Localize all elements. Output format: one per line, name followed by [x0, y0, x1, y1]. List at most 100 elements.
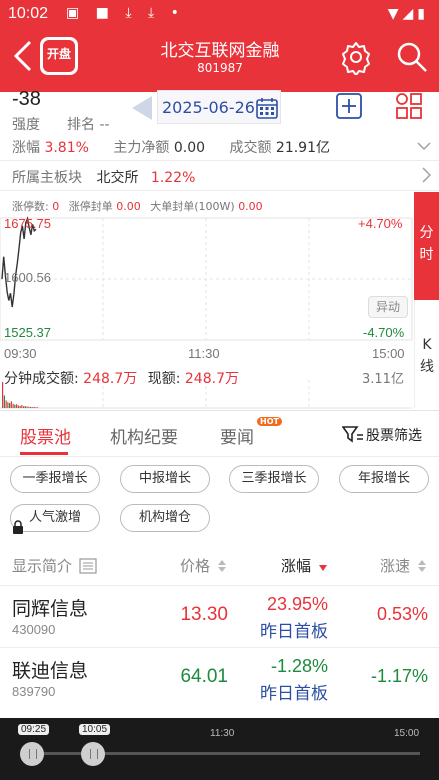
stock-tag: 昨日首板 [260, 684, 328, 704]
header-show-intro[interactable]: 显示简介 [12, 555, 97, 576]
tag-q1-growth[interactable]: 一季报增长 [10, 465, 100, 493]
change-label: 涨幅 [12, 140, 40, 156]
header-speed[interactable]: 涨速 [380, 555, 426, 576]
scrubber-current-label: 10:05 [79, 724, 111, 735]
layout-button[interactable] [395, 92, 423, 120]
tab-kline[interactable]: K线 [414, 300, 439, 408]
volume-bar [37, 407, 39, 408]
filter-label: 股票筛选 [366, 428, 422, 444]
table-row[interactable]: 同辉信息 430090 13.30 23.95% 昨日首板 0.53% [0, 585, 439, 647]
volume-bar [28, 406, 30, 408]
abnormal-button[interactable]: 异动 [368, 296, 408, 318]
system-icons: ▼◢▮ [387, 6, 429, 22]
calendar-icon [256, 98, 278, 119]
notification-icons: ▣ ■ ⤓ ⤓ • [66, 5, 185, 21]
strength-value: -38 [12, 88, 41, 110]
net-value: 0.00 [173, 140, 206, 156]
scrubber-start-handle[interactable] [20, 742, 44, 766]
tab-news[interactable]: 要闻 [220, 423, 254, 448]
sector-name: 北交所 [96, 170, 139, 186]
volume-max-label: 3.11亿 [362, 372, 404, 387]
gear-icon [342, 42, 370, 76]
volume-bar [31, 407, 33, 408]
date-text: 2025-06-26 [162, 98, 255, 117]
stock-speed: 0.53% [376, 604, 428, 624]
sector-code: 801987 [197, 61, 243, 75]
stock-filter-button[interactable]: 股票筛选 [342, 425, 422, 445]
pct-top-label: +4.70% [358, 216, 403, 231]
triangle-left-icon [132, 96, 152, 120]
volume-bar [9, 402, 11, 408]
chevron-right-icon [422, 167, 432, 183]
sector-detail-button[interactable] [420, 166, 432, 184]
header-speed-label: 涨速 [380, 557, 411, 575]
settings-button[interactable] [338, 39, 374, 76]
grid-icon [396, 93, 422, 119]
app-logo[interactable]: 开盘 [40, 37, 78, 75]
volume-bar [10, 401, 12, 408]
stock-name: 同辉信息 [12, 598, 89, 620]
logo-text: 开盘 [43, 40, 75, 72]
search-icon [397, 42, 427, 72]
turnover-label: 成交额 [229, 140, 272, 156]
volume-bar [3, 395, 5, 408]
volume-bar [16, 404, 18, 408]
pct-bottom-label: -4.70% [363, 325, 405, 340]
scrubber-end-label: 15:00 [394, 728, 420, 739]
sort-icon [217, 560, 226, 572]
current-volume-value: 248.7万 [184, 371, 239, 387]
tag-institution-increase[interactable]: 机构增仓 [120, 504, 210, 532]
tag-q3-growth[interactable]: 三季报增长 [229, 465, 319, 493]
stats-row: 涨幅 3.81% 主力净额 0.00 成交额 21.91亿 [12, 137, 350, 157]
prev-date-button[interactable] [130, 94, 154, 122]
add-watchlist-button[interactable] [336, 93, 362, 119]
header-change[interactable]: 涨幅 [281, 555, 327, 576]
volume-label: 分钟成交额: [4, 371, 79, 387]
volume-value: 248.7万 [83, 371, 138, 387]
volume-bar [30, 406, 32, 408]
hot-badge: HOT [257, 417, 282, 426]
status-time: 10:02 [8, 5, 49, 22]
sector-change: 1.22% [150, 170, 196, 186]
volume-bar [24, 406, 26, 408]
table-header: 显示简介 价格 涨幅 涨速 [0, 546, 439, 584]
time-scrubber[interactable]: 09:25 10:05 11:30 15:00 [0, 718, 439, 780]
tag-h1-growth[interactable]: 中报增长 [120, 465, 210, 493]
volume-bar [35, 407, 37, 408]
stock-price: 13.30 [180, 604, 228, 625]
date-picker[interactable]: 2025-06-26 [157, 90, 281, 124]
table-row[interactable]: 联迪信息 839790 64.01 -1.28% 昨日首板 -1.17% [0, 647, 439, 709]
y-mid-label: 1600.56 [4, 270, 51, 285]
volume-bar [33, 406, 35, 408]
x-label-close: 15:00 [372, 346, 405, 361]
tab-institution-notes[interactable]: 机构纪要 [110, 423, 178, 448]
tab-intraday[interactable]: 分时 [414, 192, 439, 300]
sector-row[interactable]: 所属主板块 北交所 1.22% [12, 167, 195, 187]
scrubber-mid-label: 11:30 [210, 728, 235, 739]
stock-change: 23.95% [266, 594, 328, 614]
turnover-value: 21.91亿 [275, 140, 331, 156]
search-button[interactable] [394, 39, 430, 75]
volume-bar [23, 406, 25, 408]
sector-label: 所属主板块 [12, 170, 82, 186]
stock-code: 839790 [12, 684, 56, 699]
header-price[interactable]: 价格 [180, 555, 226, 576]
volume-bar [12, 403, 14, 408]
back-button[interactable] [10, 38, 38, 74]
volume-bar [21, 405, 23, 408]
divider [0, 456, 439, 457]
stock-speed: -1.17% [370, 666, 428, 686]
list-icon [79, 558, 97, 574]
chevron-down-icon [417, 142, 431, 151]
tab-stock-pool[interactable]: 股票池 [20, 423, 71, 448]
tag-annual-growth[interactable]: 年报增长 [339, 465, 429, 493]
change-value: 3.81% [44, 140, 89, 156]
page-title: 北交互联网金融 [160, 41, 280, 61]
strength-label: 强度 [12, 117, 40, 133]
divider [0, 410, 439, 411]
status-bar: 10:02 ▣ ■ ⤓ ⤓ • ▼◢▮ [0, 0, 439, 30]
expand-stats-button[interactable] [416, 138, 432, 154]
volume-bar [19, 405, 21, 408]
stock-code: 430090 [12, 622, 56, 637]
scrubber-current-handle[interactable] [81, 742, 105, 766]
